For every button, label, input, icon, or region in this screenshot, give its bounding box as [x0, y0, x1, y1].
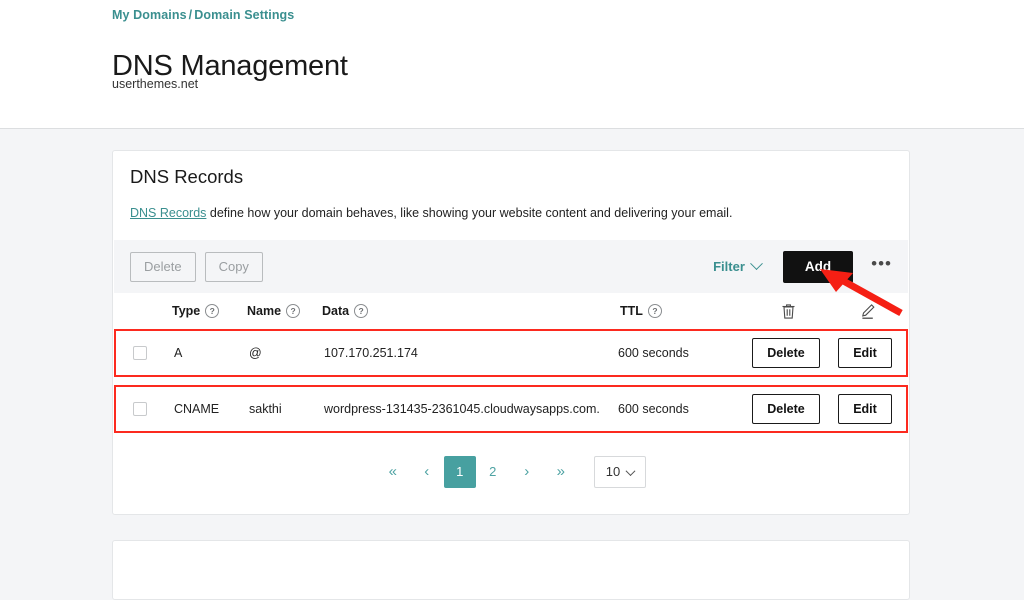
- row-name: @: [249, 346, 262, 360]
- row-delete-cell: Delete: [748, 394, 824, 424]
- card-description: DNS Records define how your domain behav…: [130, 206, 732, 220]
- table-header-edit: [826, 303, 908, 320]
- chevron-down-icon: [750, 257, 763, 271]
- table-header-ttl-label: TTL: [620, 304, 643, 318]
- help-icon-ttl[interactable]: ?: [647, 304, 662, 318]
- row-delete-button[interactable]: Delete: [752, 338, 820, 368]
- add-button[interactable]: Add: [782, 250, 854, 283]
- table-toolbar: Delete Copy Filter Add •••: [114, 240, 908, 293]
- per-page-value: 10: [605, 464, 621, 479]
- breadcrumb-item-my-domains[interactable]: My Domains: [112, 8, 187, 22]
- breadcrumb: My Domains / Domain Settings: [112, 8, 294, 22]
- row-data: 107.170.251.174: [324, 346, 418, 360]
- help-icon-name[interactable]: ?: [286, 304, 301, 318]
- row-delete-cell: Delete: [748, 338, 824, 368]
- breadcrumb-item-domain-settings[interactable]: Domain Settings: [194, 8, 294, 22]
- pagination-next[interactable]: ›: [510, 457, 544, 487]
- row-name: sakthi: [249, 402, 282, 416]
- per-page-select[interactable]: 10: [593, 456, 647, 488]
- table-header-delete: [750, 303, 826, 320]
- content-area: DNS Records DNS Records define how your …: [0, 129, 1024, 600]
- copy-button[interactable]: Copy: [204, 251, 263, 282]
- row-checkbox[interactable]: [133, 402, 147, 416]
- trash-icon: [782, 303, 794, 319]
- dns-records-table: Type ? Name ? Data ? TTL ? A @ 107.170.2…: [114, 293, 908, 441]
- row-ttl: 600 seconds: [618, 402, 689, 416]
- page-header: My Domains / Domain Settings DNS Managemen…: [0, 0, 1024, 129]
- table-header-name-label: Name: [247, 304, 282, 318]
- domain-name-label: userthemes.net: [112, 77, 199, 91]
- table-header-data: Data ?: [322, 304, 620, 318]
- row-delete-button[interactable]: Delete: [752, 394, 820, 424]
- row-edit-cell: Edit: [824, 394, 906, 424]
- row-edit-button[interactable]: Edit: [838, 338, 892, 368]
- secondary-card: [112, 540, 910, 600]
- row-select-cell: [116, 346, 174, 360]
- dns-records-link[interactable]: DNS Records: [130, 206, 206, 220]
- pagination-page-2[interactable]: 2: [476, 457, 510, 487]
- table-header-data-label: Data: [322, 304, 350, 318]
- row-select-cell: [116, 402, 174, 416]
- ellipsis-icon[interactable]: •••: [871, 255, 892, 275]
- table-header-ttl: TTL ?: [620, 304, 750, 318]
- card-title: DNS Records: [130, 166, 244, 187]
- pagination-prev[interactable]: ‹: [410, 457, 444, 487]
- help-icon-data[interactable]: ?: [354, 304, 369, 318]
- help-icon-type[interactable]: ?: [205, 304, 220, 318]
- table-row[interactable]: A @ 107.170.251.174 600 seconds Delete E…: [114, 329, 908, 377]
- row-edit-cell: Edit: [824, 338, 906, 368]
- row-edit-button[interactable]: Edit: [838, 394, 892, 424]
- table-header-type: Type ?: [172, 304, 247, 318]
- chevron-down-icon: [625, 465, 636, 476]
- row-type: A: [174, 346, 183, 360]
- row-ttl: 600 seconds: [618, 346, 689, 360]
- filter-button[interactable]: Filter: [713, 257, 763, 274]
- table-header-row: Type ? Name ? Data ? TTL ?: [114, 293, 908, 329]
- pagination: « ‹ 1 2 › » 10: [113, 456, 909, 488]
- delete-button[interactable]: Delete: [130, 251, 196, 282]
- table-row[interactable]: CNAME sakthi wordpress-131435-2361045.cl…: [114, 385, 908, 433]
- pagination-first[interactable]: «: [376, 457, 410, 487]
- row-checkbox[interactable]: [133, 346, 147, 360]
- card-description-text: define how your domain behaves, like sho…: [206, 206, 733, 220]
- pagination-last[interactable]: »: [544, 457, 578, 487]
- row-type: CNAME: [174, 402, 220, 416]
- pagination-page-1[interactable]: 1: [443, 456, 476, 488]
- pencil-icon: [861, 303, 875, 319]
- breadcrumb-separator: /: [188, 8, 193, 22]
- table-header-type-label: Type: [172, 304, 201, 318]
- table-header-name: Name ?: [247, 304, 322, 318]
- dns-records-card: DNS Records DNS Records define how your …: [112, 150, 910, 515]
- row-data: wordpress-131435-2361045.cloudwaysapps.c…: [324, 402, 600, 416]
- filter-label: Filter: [713, 259, 745, 274]
